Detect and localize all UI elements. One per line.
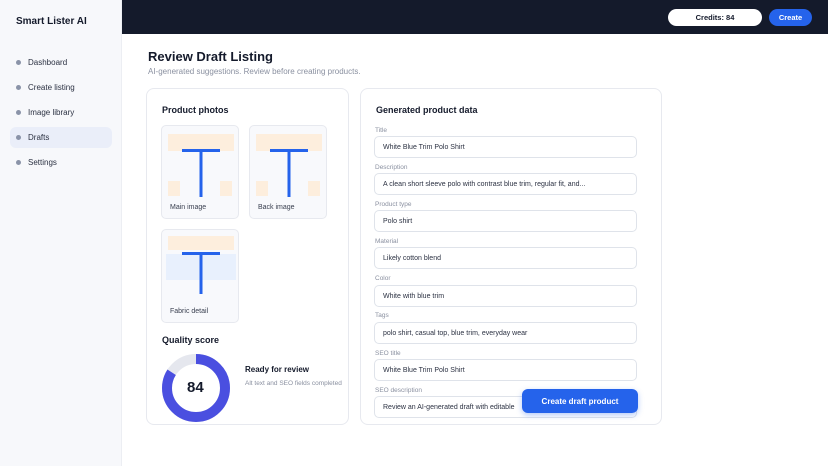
sidebar-item-image-library[interactable]: Image library: [10, 102, 112, 123]
quality-status: Ready for review: [245, 365, 310, 374]
generated-data-card: Generated product data Title White Blue …: [360, 88, 662, 425]
title-label: Title: [375, 127, 388, 134]
seo-description-label: SEO description: [375, 387, 422, 394]
sidebar-item-label: Settings: [28, 158, 57, 167]
color-label: Color: [375, 275, 391, 282]
title-field[interactable]: White Blue Trim Polo Shirt: [374, 136, 637, 158]
sidebar-item-create-listing[interactable]: Create listing: [10, 77, 112, 98]
bullet-icon: [16, 135, 21, 140]
tags-field[interactable]: polo shirt, casual top, blue trim, every…: [374, 322, 637, 344]
seo-title-field[interactable]: White Blue Trim Polo Shirt: [374, 359, 637, 381]
description-field[interactable]: A clean short sleeve polo with contrast …: [374, 173, 637, 195]
photo-fabric-detail[interactable]: Fabric detail: [161, 229, 239, 323]
quality-score-value: 84: [187, 379, 204, 396]
description-label: Description: [375, 164, 408, 171]
create-button[interactable]: Create: [769, 9, 812, 26]
create-draft-product-button[interactable]: Create draft product: [522, 389, 638, 413]
sidebar: Smart Lister AI Dashboard Create listing…: [0, 0, 122, 466]
sidebar-item-settings[interactable]: Settings: [10, 152, 112, 173]
bullet-icon: [16, 60, 21, 65]
color-field[interactable]: White with blue trim: [374, 285, 637, 307]
sidebar-item-label: Image library: [28, 108, 75, 117]
photo-label: Fabric detail: [170, 308, 209, 315]
photo-back[interactable]: Back image: [249, 125, 327, 219]
sidebar-item-label: Drafts: [28, 133, 50, 142]
credits-pill[interactable]: Credits: 84: [668, 9, 762, 26]
sidebar-item-dashboard[interactable]: Dashboard: [10, 52, 112, 73]
app-name: Smart Lister AI: [16, 16, 87, 27]
generated-title: Generated product data: [376, 105, 478, 115]
bullet-icon: [16, 85, 21, 90]
quality-detail: Alt text and SEO fields completed: [245, 380, 342, 387]
quality-title: Quality score: [162, 335, 220, 345]
photo-label: Back image: [258, 204, 295, 211]
page-subtitle: AI-generated suggestions. Review before …: [148, 67, 361, 76]
tags-label: Tags: [375, 312, 389, 319]
page-title: Review Draft Listing: [148, 49, 273, 64]
topbar: Credits: 84 Create: [122, 0, 828, 34]
seo-title-label: SEO title: [375, 350, 401, 357]
material-field[interactable]: Likely cotton blend: [374, 247, 637, 269]
main-content: Review Draft Listing AI-generated sugges…: [122, 34, 828, 466]
product-type-label: Product type: [375, 201, 412, 208]
bullet-icon: [16, 110, 21, 115]
sidebar-item-label: Create listing: [28, 83, 75, 92]
sidebar-item-drafts[interactable]: Drafts: [10, 127, 112, 148]
photos-card: Product photos Main image Back image Fab…: [146, 88, 349, 425]
photos-title: Product photos: [162, 105, 229, 115]
sidebar-nav: Dashboard Create listing Image library D…: [10, 52, 112, 177]
photo-label: Main image: [170, 204, 207, 211]
bullet-icon: [16, 160, 21, 165]
sidebar-item-label: Dashboard: [28, 58, 68, 67]
photo-main[interactable]: Main image: [161, 125, 239, 219]
material-label: Material: [375, 238, 399, 245]
product-type-field[interactable]: Polo shirt: [374, 210, 637, 232]
